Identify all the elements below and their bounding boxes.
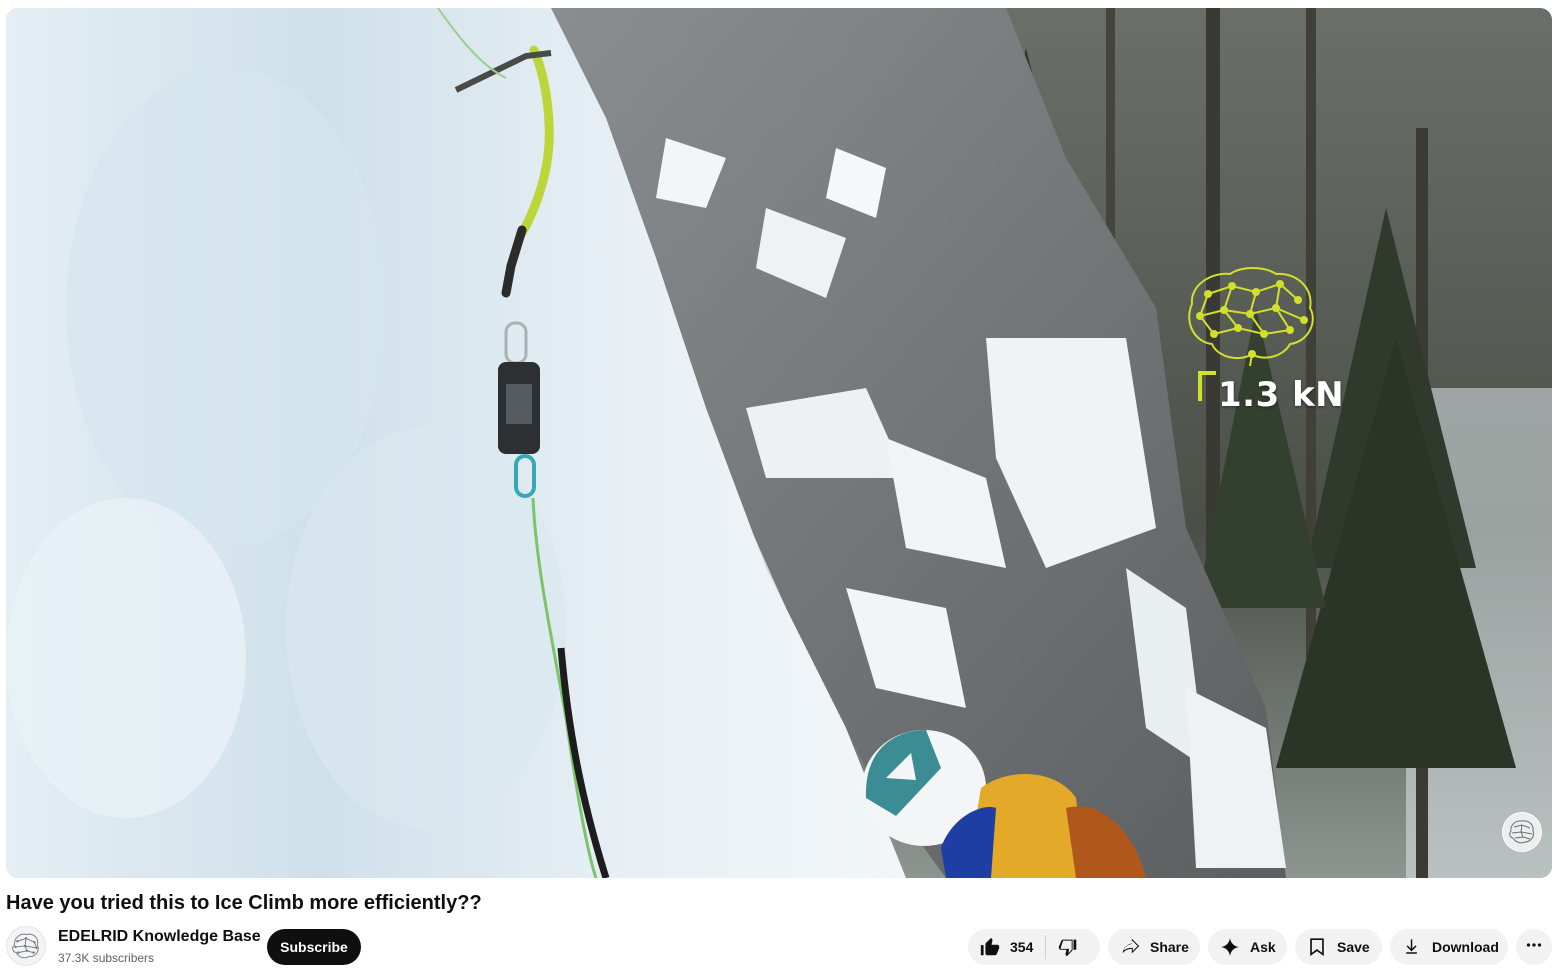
dislike-button[interactable] [1046,929,1092,965]
force-reading-text: 1.3 kN [1218,375,1345,415]
video-title: Have you tried this to Ice Climb more ef… [6,892,482,914]
more-horizontal-icon [1523,934,1545,961]
ask-label: Ask [1250,939,1276,955]
subscribe-button[interactable]: Subscribe [267,929,361,965]
like-button[interactable]: 354 [968,929,1045,965]
like-count: 354 [1010,939,1034,955]
thumbs-down-icon [1056,935,1080,959]
network-brain-icon [12,933,39,959]
share-arrow-icon [1118,935,1142,959]
force-bracket-mark [1198,371,1216,401]
share-label: Share [1150,939,1189,955]
save-button[interactable]: Save [1295,929,1382,965]
ask-button[interactable]: Ask [1208,929,1287,965]
like-dislike-group: 354 [968,929,1100,965]
thumbs-up-icon [978,935,1002,959]
subscriber-count: 37.3K subscribers [58,951,155,965]
download-label: Download [1432,939,1499,955]
force-reading-overlay: 1.3 kN [1198,365,1344,415]
channel-name[interactable]: EDELRID Knowledge Base [58,928,261,946]
save-label: Save [1337,939,1370,955]
bookmark-icon [1305,935,1329,959]
video-player[interactable]: 1.3 kN [6,8,1552,878]
download-icon [1400,935,1424,959]
network-brain-icon [1188,267,1314,367]
sparkle-icon [1218,935,1242,959]
more-actions-button[interactable] [1516,929,1552,965]
share-button[interactable]: Share [1108,929,1200,965]
download-button[interactable]: Download [1390,929,1508,965]
video-frame[interactable] [6,8,1552,878]
channel-avatar[interactable] [6,926,46,966]
channel-watermark-icon[interactable] [1502,812,1542,852]
